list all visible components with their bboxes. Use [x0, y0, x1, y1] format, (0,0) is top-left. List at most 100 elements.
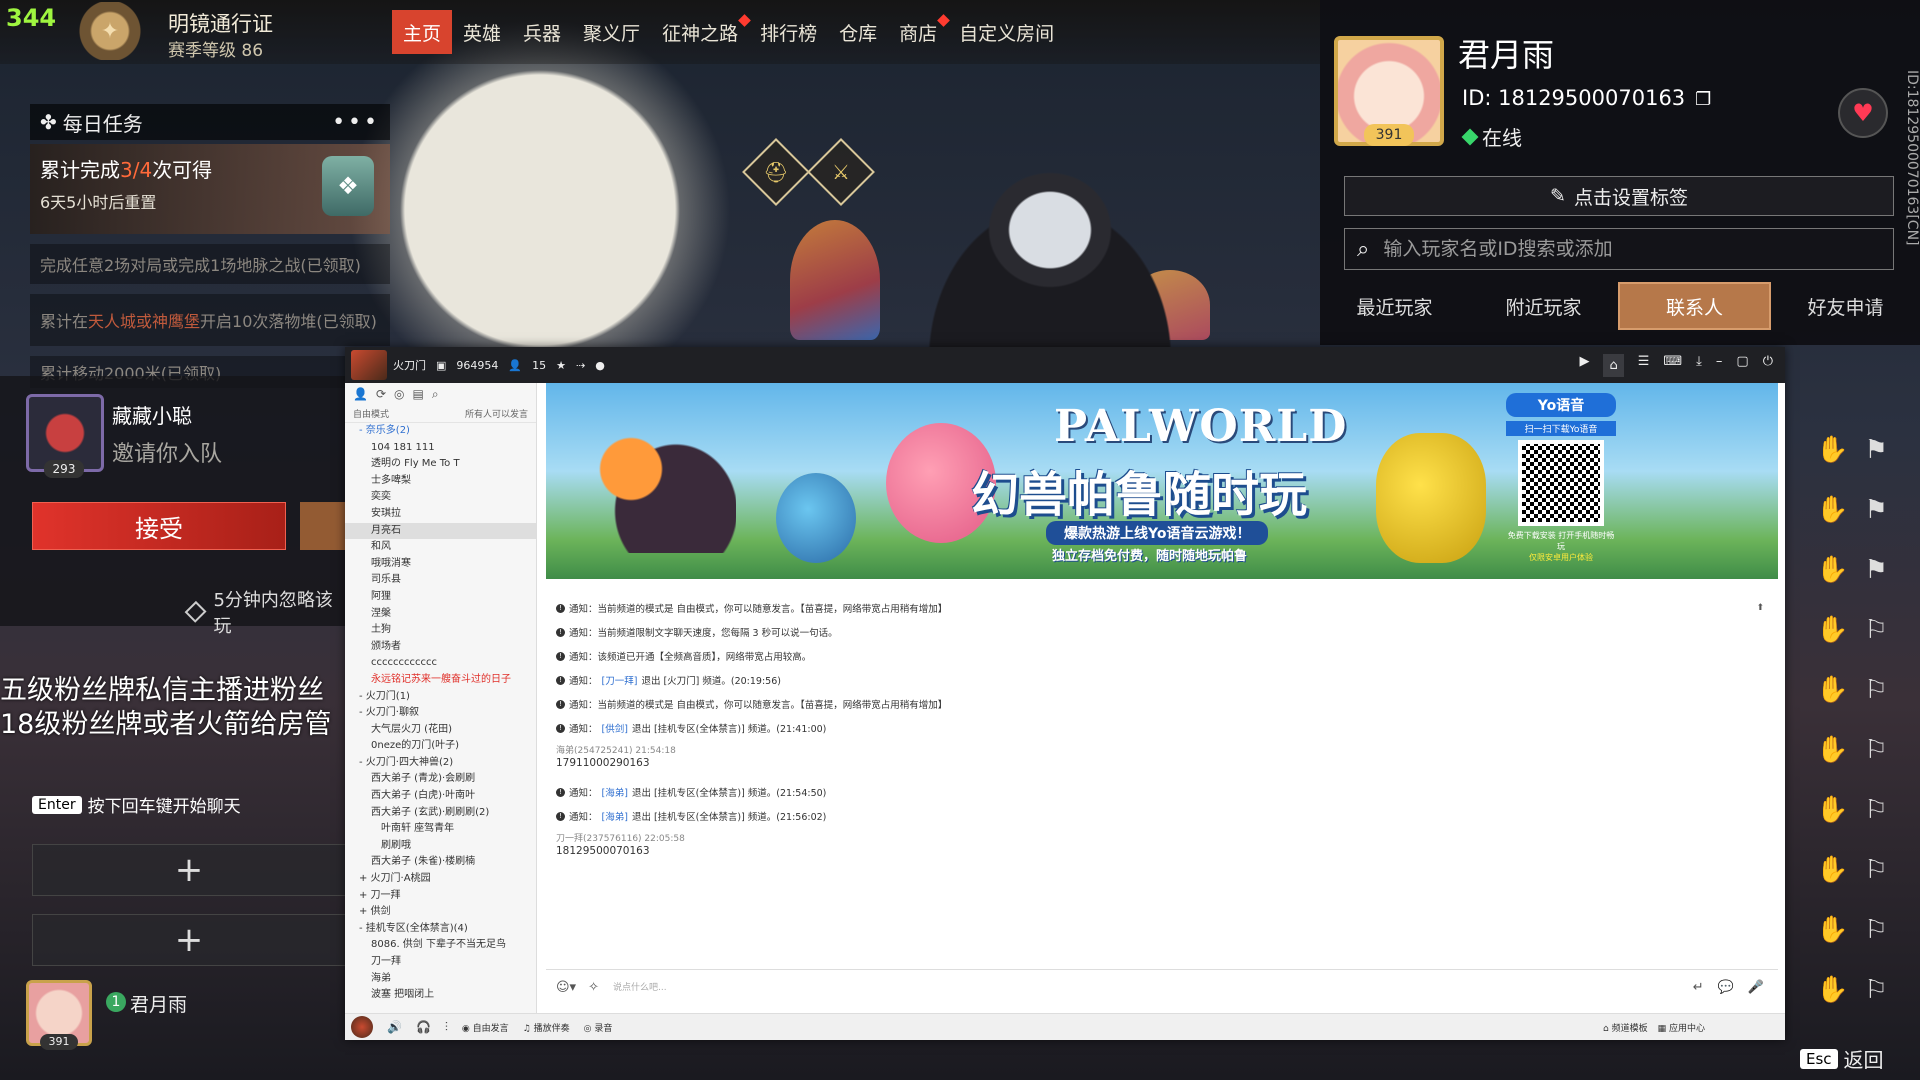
- channel-tree-item[interactable]: 奕奕: [345, 489, 536, 506]
- reward-bag-icon[interactable]: ❖: [322, 156, 374, 216]
- channel-tree-item[interactable]: + 火刀门·A桃园: [345, 871, 536, 888]
- channel-tree-item[interactable]: 安琪拉: [345, 506, 536, 523]
- channel-tree-item[interactable]: 和风: [345, 539, 536, 556]
- flag-icon[interactable]: ⚐: [1865, 615, 1888, 645]
- channel-tree-item[interactable]: + 刀一拜: [345, 888, 536, 905]
- channel-tree-item[interactable]: 永远铭记苏来一艘奋斗过的日子: [345, 672, 536, 689]
- channel-tree-item[interactable]: + 供剑: [345, 904, 536, 921]
- channel-tree-item[interactable]: - 火刀门·聊叙: [345, 705, 536, 722]
- home-icon[interactable]: ⌂: [1603, 353, 1624, 377]
- decline-button[interactable]: [300, 502, 345, 550]
- voice-window-titlebar[interactable]: 火刀门 ▣ 964954 👤 15 ★ ⇢ ● ▶ ⌂ ☰ ⌨ ⤓ – ▢ ⏻: [345, 347, 1785, 383]
- hand-icon[interactable]: ✋: [1816, 735, 1848, 765]
- esc-back-hint[interactable]: Esc 返回: [1800, 1044, 1884, 1073]
- hand-icon[interactable]: ✋: [1816, 495, 1848, 525]
- online-status[interactable]: 在线: [1461, 122, 1522, 151]
- channel-tree-item[interactable]: 士多啤梨: [345, 473, 536, 490]
- send-icon[interactable]: ↵: [1693, 980, 1704, 995]
- hand-icon[interactable]: ✋: [1816, 675, 1848, 705]
- location-icon[interactable]: ◎: [394, 387, 404, 401]
- channel-tree-item[interactable]: 月亮石: [345, 522, 536, 540]
- flag-icon[interactable]: ⚐: [1865, 795, 1888, 825]
- add-teammate-button[interactable]: +: [32, 844, 346, 896]
- daily-task-header[interactable]: ✤ 每日任务 •••: [30, 104, 390, 140]
- channel-tree-item[interactable]: - 挂机专区(全体禁言)(4): [345, 921, 536, 938]
- nav-item[interactable]: 征神之路: [651, 10, 751, 54]
- record-button[interactable]: ◎ 录音: [584, 1021, 613, 1034]
- nav-item[interactable]: 自定义房间: [948, 10, 1065, 54]
- scroll-top-icon[interactable]: ⬆: [1756, 603, 1764, 613]
- copy-icon[interactable]: ❐: [1695, 89, 1711, 110]
- nav-item[interactable]: 聚义厅: [572, 10, 651, 54]
- maximize-icon[interactable]: ▢: [1736, 354, 1748, 377]
- checkbox-icon[interactable]: [184, 600, 207, 624]
- channel-tree-item[interactable]: 104 181 111: [345, 440, 536, 457]
- channel-tree-item[interactable]: 颁场者: [345, 639, 536, 656]
- user-icon[interactable]: 👤: [353, 387, 368, 401]
- hand-icon[interactable]: ✋: [1816, 615, 1848, 645]
- player-search-input[interactable]: [1381, 237, 1881, 261]
- play-music-button[interactable]: ♫ 播放伴奏: [523, 1021, 570, 1034]
- channel-tree-item[interactable]: 西大弟子 (朱雀)·楼刷楠: [345, 854, 536, 871]
- player-search-box[interactable]: ⌕: [1344, 228, 1894, 270]
- yo-download-panel[interactable]: Yo语音 扫一扫下载Yo语音 免费下载安装 打开手机随时畅玩 仅限安卓用户体验: [1506, 393, 1616, 573]
- more-icon[interactable]: •••: [332, 110, 380, 135]
- notice-user-link[interactable]: [海弟]: [602, 809, 628, 823]
- self-voice-avatar[interactable]: [351, 1016, 373, 1038]
- heart-button[interactable]: ♥: [1838, 88, 1888, 138]
- nav-item[interactable]: 仓库: [828, 10, 888, 54]
- notice-user-link[interactable]: [刀一拜]: [602, 673, 638, 687]
- flag-icon[interactable]: ⚐: [1865, 915, 1888, 945]
- channel-tree-item[interactable]: 刀一拜: [345, 954, 536, 971]
- pass-emblem-icon[interactable]: ✦: [62, 2, 158, 60]
- add-teammate-button[interactable]: +: [32, 914, 346, 966]
- channel-tree-item[interactable]: 哦哦消寒: [345, 556, 536, 573]
- headset-icon[interactable]: 🎧: [416, 1020, 431, 1034]
- channel-tree-item[interactable]: - 火刀门(1): [345, 689, 536, 706]
- ignore-option[interactable]: 5分钟内忽略该玩: [184, 586, 345, 638]
- flag-icon[interactable]: ⚑: [1865, 435, 1888, 465]
- channel-mode[interactable]: 自由模式: [353, 407, 389, 420]
- notice-user-link[interactable]: [供剑]: [602, 721, 628, 735]
- flag-icon[interactable]: ⚐: [1865, 675, 1888, 705]
- doc-icon[interactable]: ▤: [413, 387, 424, 401]
- channel-tree-item[interactable]: - 奈乐多(2): [345, 423, 536, 440]
- daily-task-banner[interactable]: 累计完成3/4次可得 6天5小时后重置 ❖: [30, 144, 390, 234]
- channel-tree-item[interactable]: 西大弟子 (玄武)·刷刷刷(2): [345, 805, 536, 822]
- flag-icon[interactable]: ⚑: [1865, 495, 1888, 525]
- search-icon[interactable]: ⌕: [432, 387, 439, 401]
- refresh-icon[interactable]: ⟳: [376, 387, 386, 401]
- hand-icon[interactable]: ✋: [1816, 795, 1848, 825]
- channel-tree-item[interactable]: 西大弟子 (白虎)·叶南叶: [345, 788, 536, 805]
- chat-user-header[interactable]: 海弟(254725241) 21:54:18: [556, 743, 676, 756]
- hand-icon[interactable]: ✋: [1816, 975, 1848, 1005]
- star-icon[interactable]: ★: [556, 359, 566, 372]
- hand-icon[interactable]: ✋: [1816, 915, 1848, 945]
- chat-user-header[interactable]: 刀一拜(237576116) 22:05:58: [556, 831, 685, 844]
- channel-tree-item[interactable]: 透明の Fly Me To T: [345, 456, 536, 473]
- hand-icon[interactable]: ✋: [1816, 555, 1848, 585]
- channel-tree-item[interactable]: 海弟: [345, 971, 536, 988]
- flag-icon[interactable]: ⚐: [1865, 855, 1888, 885]
- channel-tree-item[interactable]: cccccccccccc: [345, 655, 536, 672]
- channel-tree-item[interactable]: 大气层火刀 (花田): [345, 722, 536, 739]
- nav-item[interactable]: 兵器: [512, 10, 572, 54]
- template-button[interactable]: ⌂ 频道模板: [1603, 1021, 1648, 1034]
- list-icon[interactable]: ☰: [1638, 354, 1650, 377]
- mixer-icon[interactable]: ⫶: [445, 1020, 448, 1035]
- notice-user-link[interactable]: [海弟]: [602, 785, 628, 799]
- channel-tree-item[interactable]: - 火刀门·四大神兽(2): [345, 755, 536, 772]
- power-icon[interactable]: ⏻: [1763, 354, 1773, 377]
- channel-tree-item[interactable]: 0neze的刀门(叶子): [345, 738, 536, 755]
- minimize-icon[interactable]: –: [1716, 354, 1723, 377]
- free-speak-button[interactable]: ◉ 自由发言: [462, 1021, 509, 1034]
- channel-tree-item[interactable]: 土狗: [345, 622, 536, 639]
- channel-tree-item[interactable]: 阿狸: [345, 589, 536, 606]
- info-icon[interactable]: ●: [595, 359, 605, 372]
- pass-title[interactable]: 明镜通行证: [168, 8, 273, 38]
- magic-icon[interactable]: ✧: [588, 980, 599, 995]
- flag-icon[interactable]: ⚑: [1865, 555, 1888, 585]
- nav-item[interactable]: 排行榜: [749, 10, 828, 54]
- flag-icon[interactable]: ⚐: [1865, 975, 1888, 1005]
- share-icon[interactable]: ⇢: [576, 359, 585, 372]
